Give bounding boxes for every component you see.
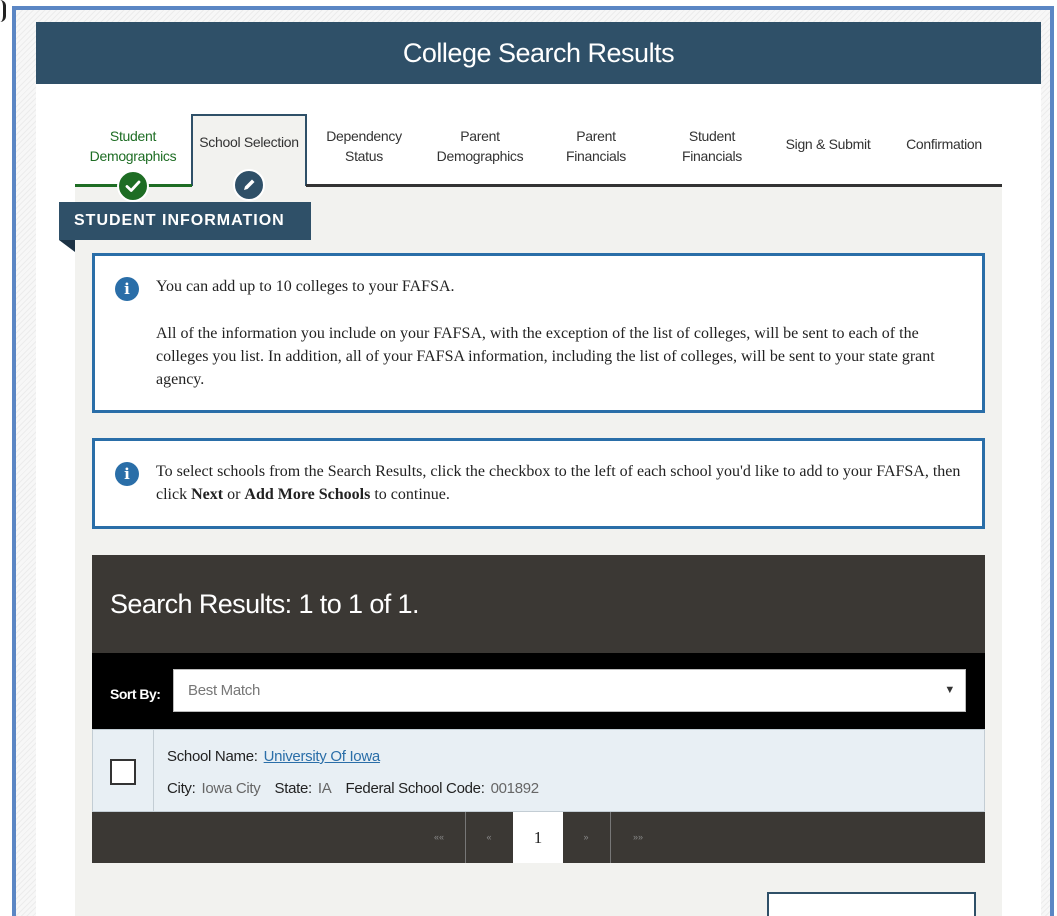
step-label: Sign & Submit bbox=[785, 136, 871, 152]
state-value: IA bbox=[317, 780, 332, 797]
next-page-button[interactable]: » bbox=[566, 812, 606, 863]
sort-label: Sort By: bbox=[110, 686, 161, 702]
school-name-label: School Name: bbox=[167, 748, 258, 765]
step-sign-submit[interactable]: Sign & Submit bbox=[774, 126, 882, 186]
step-student-financials[interactable]: Student Financials bbox=[662, 126, 762, 186]
info-box-instructions: i To select schools from the Search Resu… bbox=[92, 438, 985, 529]
check-icon bbox=[117, 170, 149, 202]
info-text: All of the information you include on yo… bbox=[156, 325, 935, 388]
select-school-checkbox[interactable] bbox=[110, 759, 136, 785]
step-parent-financials[interactable]: Parent Financials bbox=[546, 126, 646, 186]
next-emphasis: Next bbox=[191, 486, 224, 503]
city-value: Iowa City bbox=[201, 780, 261, 797]
sort-value: Best Match bbox=[188, 682, 261, 699]
step-label-line1: Student bbox=[109, 128, 157, 144]
info-text: You can add up to 10 colleges to your FA… bbox=[156, 278, 455, 295]
step-confirmation[interactable]: Confirmation bbox=[890, 126, 998, 186]
step-dependency-status[interactable]: Dependency Status bbox=[312, 126, 416, 186]
pagination-divider bbox=[465, 812, 466, 863]
step-label-line1: Parent bbox=[460, 128, 500, 144]
corner-mark bbox=[0, 0, 6, 22]
step-label-line1: Student bbox=[688, 128, 736, 144]
page-title: College Search Results bbox=[36, 22, 1041, 84]
school-name-line: School Name: University Of Iowa bbox=[167, 748, 380, 765]
info-box-college-limit: i You can add up to 10 colleges to your … bbox=[92, 253, 985, 413]
school-code-label: Federal School Code: bbox=[345, 780, 485, 797]
current-page[interactable]: 1 bbox=[513, 812, 563, 863]
school-name-link[interactable]: University Of Iowa bbox=[264, 748, 381, 765]
step-label-line2: Demographics bbox=[89, 148, 177, 164]
step-parent-demographics[interactable]: Parent Demographics bbox=[424, 126, 536, 186]
table-row: School Name: University Of Iowa City: Iowa… bbox=[92, 729, 985, 812]
next-button[interactable] bbox=[767, 892, 976, 916]
progress-line bbox=[306, 184, 1002, 187]
checkbox-cell bbox=[93, 730, 154, 811]
step-label-line1: Dependency bbox=[326, 128, 402, 144]
info-icon: i bbox=[115, 462, 139, 486]
school-details-line: City: Iowa City State: IA Federal School Cod… bbox=[167, 780, 553, 797]
school-code-value: 001892 bbox=[490, 780, 540, 797]
section-tag-fold bbox=[59, 240, 75, 252]
sort-bar: Sort By: Best Match ▼ bbox=[92, 653, 985, 729]
section-title: STUDENT INFORMATION bbox=[59, 202, 311, 240]
step-label-line2: Financials bbox=[565, 148, 627, 164]
last-page-button[interactable]: »» bbox=[618, 812, 658, 863]
step-label-line2: Status bbox=[345, 148, 383, 164]
pagination-divider bbox=[610, 812, 611, 863]
pagination: «« « 1 » »» bbox=[92, 812, 985, 863]
info-icon: i bbox=[115, 277, 139, 301]
prev-page-button[interactable]: « bbox=[469, 812, 509, 863]
step-label: School Selection bbox=[199, 134, 299, 150]
step-label-line1: Parent bbox=[576, 128, 616, 144]
step-label-line2: Financials bbox=[681, 148, 743, 164]
add-more-schools-emphasis: Add More Schools bbox=[244, 486, 371, 503]
first-page-button[interactable]: «« bbox=[419, 812, 459, 863]
pencil-icon bbox=[233, 169, 265, 201]
step-label-line2: Demographics bbox=[436, 148, 524, 164]
city-label: City: bbox=[167, 780, 196, 797]
search-results-heading: Search Results: 1 to 1 of 1. bbox=[92, 555, 985, 653]
chevron-down-icon: ▼ bbox=[944, 684, 955, 696]
state-label: State: bbox=[274, 780, 313, 797]
step-label: Confirmation bbox=[906, 136, 982, 152]
info-text: To select schools from the Search Result… bbox=[156, 463, 961, 503]
sort-select[interactable]: Best Match ▼ bbox=[173, 669, 966, 712]
